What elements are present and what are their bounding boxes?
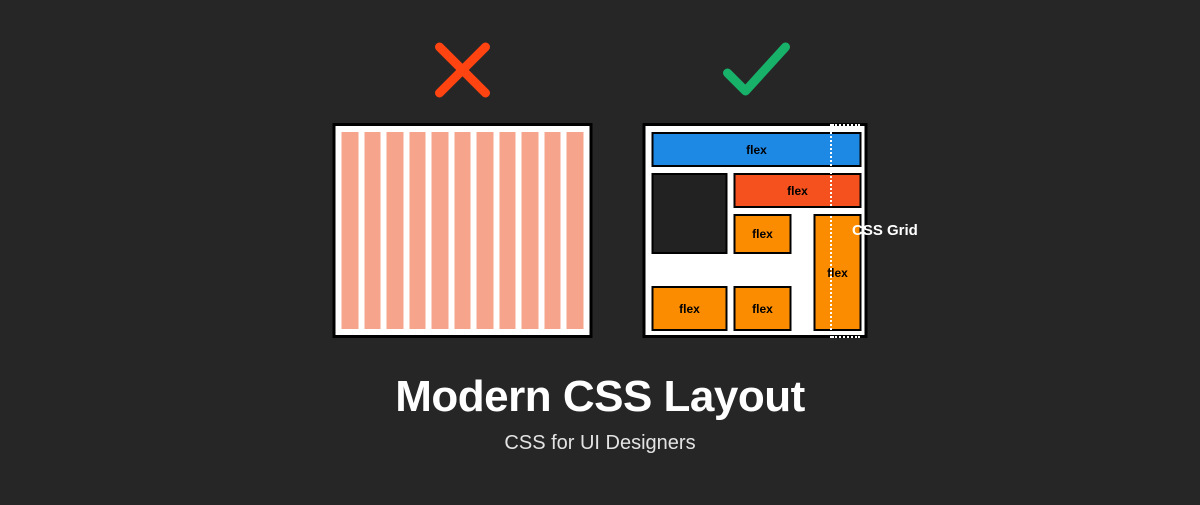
grid-cell-flex: flex <box>734 173 862 208</box>
old-column <box>387 132 404 329</box>
page-title: Modern CSS Layout <box>0 372 1200 422</box>
old-column <box>567 132 584 329</box>
old-column <box>432 132 449 329</box>
grid-cell-flex: flex <box>652 286 728 331</box>
grid-callout-line <box>830 124 832 338</box>
old-column <box>477 132 494 329</box>
diagram-stage: flex flex flex flex flex flex CSS Grid M… <box>0 0 1200 505</box>
grid-cell-flex: flex <box>734 286 792 331</box>
grid-cell-flex: flex <box>734 214 792 254</box>
grid-cell-empty <box>652 173 728 254</box>
old-column <box>522 132 539 329</box>
old-column <box>342 132 359 329</box>
css-grid-box: flex flex flex flex flex flex <box>643 123 868 338</box>
old-column <box>544 132 561 329</box>
old-column <box>454 132 471 329</box>
old-column <box>364 132 381 329</box>
comparison-row: flex flex flex flex flex flex <box>333 35 868 338</box>
old-approach-column <box>333 35 593 338</box>
grid-callout-label: CSS Grid <box>852 222 918 239</box>
old-column <box>409 132 426 329</box>
old-columns-box <box>333 123 593 338</box>
check-icon <box>715 35 795 105</box>
page-subtitle: CSS for UI Designers <box>0 432 1200 455</box>
new-approach-column: flex flex flex flex flex flex <box>643 35 868 338</box>
old-column <box>499 132 516 329</box>
cross-icon <box>428 35 498 105</box>
